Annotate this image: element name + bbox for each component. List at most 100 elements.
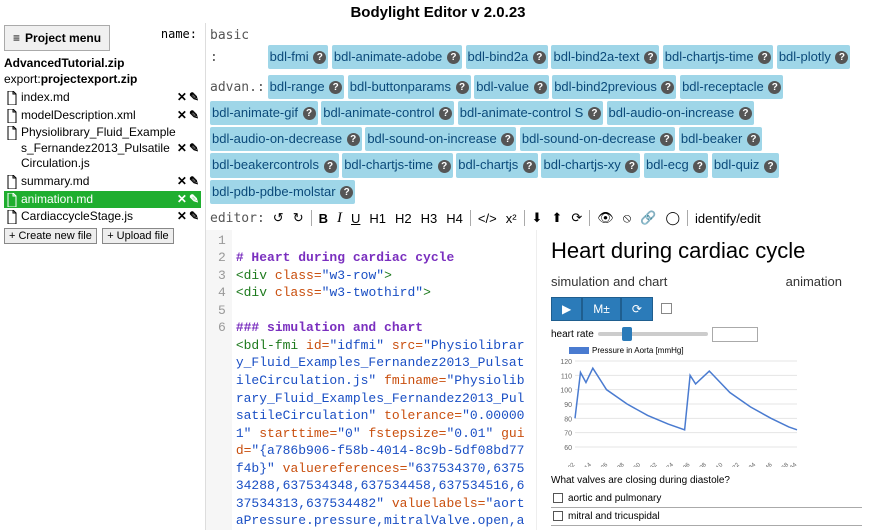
help-icon[interactable]: ? xyxy=(439,107,452,120)
help-icon[interactable]: ? xyxy=(693,160,706,173)
help-icon[interactable]: ? xyxy=(438,160,451,173)
file-item[interactable]: Physiolibrary_Fluid_Examples_Fernandez20… xyxy=(4,124,201,173)
code-button[interactable]: </> xyxy=(474,210,501,227)
bold-button[interactable]: B xyxy=(315,210,332,227)
refresh-button[interactable]: ⟳ xyxy=(567,209,586,227)
circle-button[interactable]: ◯ xyxy=(661,209,684,227)
close-icon[interactable]: ✕ xyxy=(177,192,187,208)
reset-button[interactable]: ⟳ xyxy=(621,297,653,321)
help-icon[interactable]: ? xyxy=(534,81,547,94)
create-file-button[interactable]: + Create new file xyxy=(4,228,97,244)
help-icon[interactable]: ? xyxy=(303,107,316,120)
close-icon[interactable]: ✕ xyxy=(177,90,187,106)
quiz-option-2[interactable]: mitral and tricuspidal xyxy=(551,508,862,526)
quiz-option-1[interactable]: aortic and pulmonary xyxy=(551,490,862,508)
project-menu-button[interactable]: ≡ Project menu xyxy=(4,25,110,51)
component-tag[interactable]: bdl-buttonparams ? xyxy=(348,75,471,99)
code-editor[interactable]: 123456 # Heart during cardiac cycle <div… xyxy=(206,230,536,530)
upload-file-button[interactable]: + Upload file xyxy=(102,228,173,244)
component-tag[interactable]: bdl-bind2previous ? xyxy=(552,75,676,99)
help-icon[interactable]: ? xyxy=(660,133,673,146)
help-icon[interactable]: ? xyxy=(340,186,353,199)
h1-button[interactable]: H1 xyxy=(365,210,390,227)
component-tag[interactable]: bdl-animate-control S ? xyxy=(458,101,603,125)
heart-rate-input[interactable] xyxy=(712,327,758,342)
identify-edit-button[interactable]: identify/edit xyxy=(691,210,765,227)
edit-icon[interactable]: ✎ xyxy=(189,108,199,124)
component-tag[interactable]: bdl-chartjs ? xyxy=(456,153,538,177)
h4-button[interactable]: H4 xyxy=(442,210,467,227)
component-tag[interactable]: bdl-beakercontrols ? xyxy=(210,153,339,177)
component-tag[interactable]: bdl-audio-on-decrease ? xyxy=(210,127,362,151)
component-tag[interactable]: bdl-animate-gif ? xyxy=(210,101,318,125)
help-icon[interactable]: ? xyxy=(313,51,326,64)
component-tag[interactable]: bdl-quiz ? xyxy=(712,153,779,177)
help-icon[interactable]: ? xyxy=(456,81,469,94)
superscript-button[interactable]: x² xyxy=(502,210,521,227)
help-icon[interactable]: ? xyxy=(739,107,752,120)
component-tag[interactable]: bdl-sound-on-decrease ? xyxy=(520,127,675,151)
file-item[interactable]: animation.md✕✎ xyxy=(4,191,201,209)
component-tag[interactable]: bdl-bind2a ? xyxy=(466,45,548,69)
sim-checkbox[interactable] xyxy=(661,303,672,314)
component-tag[interactable]: bdl-value ? xyxy=(474,75,548,99)
help-icon[interactable]: ? xyxy=(747,133,760,146)
component-tag[interactable]: bdl-range ? xyxy=(268,75,345,99)
h3-button[interactable]: H3 xyxy=(417,210,442,227)
help-icon[interactable]: ? xyxy=(661,81,674,94)
component-tag[interactable]: bdl-animate-control ? xyxy=(321,101,454,125)
close-icon[interactable]: ✕ xyxy=(177,174,187,190)
edit-icon[interactable]: ✎ xyxy=(189,192,199,208)
help-icon[interactable]: ? xyxy=(758,51,771,64)
close-icon[interactable]: ✕ xyxy=(177,209,187,225)
component-tag[interactable]: bdl-sound-on-increase ? xyxy=(365,127,516,151)
file-item[interactable]: modelDescription.xml✕✎ xyxy=(4,107,201,125)
code-content[interactable]: # Heart during cardiac cycle <div class=… xyxy=(232,230,536,530)
underline-button[interactable]: U xyxy=(347,210,364,227)
edit-icon[interactable]: ✎ xyxy=(189,209,199,225)
help-icon[interactable]: ? xyxy=(625,160,638,173)
close-icon[interactable]: ✕ xyxy=(177,108,187,124)
component-tag[interactable]: bdl-animate-adobe ? xyxy=(332,45,462,69)
component-tag[interactable]: bdl-chartjs-time ? xyxy=(663,45,773,69)
component-tag[interactable]: bdl-bind2a-text ? xyxy=(551,45,659,69)
help-icon[interactable]: ? xyxy=(501,133,514,146)
component-tag[interactable]: bdl-beaker ? xyxy=(679,127,762,151)
help-icon[interactable]: ? xyxy=(329,81,342,94)
component-tag[interactable]: bdl-fmi ? xyxy=(268,45,329,69)
help-icon[interactable]: ? xyxy=(764,160,777,173)
component-tag[interactable]: bdl-ecg ? xyxy=(644,153,708,177)
heart-rate-slider[interactable] xyxy=(598,332,708,336)
play-button[interactable]: ▶ xyxy=(551,297,582,321)
nosync-button[interactable]: ⦸ xyxy=(619,209,635,227)
upload-button[interactable]: ⬆ xyxy=(547,209,566,227)
help-icon[interactable]: ? xyxy=(447,51,460,64)
edit-icon[interactable]: ✎ xyxy=(189,174,199,190)
component-tag[interactable]: bdl-chartjs-time ? xyxy=(342,153,452,177)
component-tag[interactable]: bdl-pdb-pdbe-molstar ? xyxy=(210,180,355,204)
italic-button[interactable]: I xyxy=(333,209,346,228)
help-icon[interactable]: ? xyxy=(835,51,848,64)
h2-button[interactable]: H2 xyxy=(391,210,416,227)
help-icon[interactable]: ? xyxy=(533,51,546,64)
edit-icon[interactable]: ✎ xyxy=(189,141,199,157)
redo-button[interactable]: ↻ xyxy=(289,209,308,227)
help-icon[interactable]: ? xyxy=(768,81,781,94)
help-icon[interactable]: ? xyxy=(644,51,657,64)
component-tag[interactable]: bdl-audio-on-increase ? xyxy=(607,101,754,125)
file-item[interactable]: summary.md✕✎ xyxy=(4,173,201,191)
help-icon[interactable]: ? xyxy=(523,160,536,173)
undo-button[interactable]: ↺ xyxy=(269,209,288,227)
close-icon[interactable]: ✕ xyxy=(177,141,187,157)
step-button[interactable]: M± xyxy=(582,297,621,321)
file-item[interactable]: CardiaccycleStage.js✕✎ xyxy=(4,208,201,226)
preview-eye-button[interactable]: 👁 xyxy=(593,209,618,227)
help-icon[interactable]: ? xyxy=(324,160,337,173)
link-button[interactable]: 🔗 xyxy=(636,209,660,227)
help-icon[interactable]: ? xyxy=(588,107,601,120)
component-tag[interactable]: bdl-plotly ? xyxy=(777,45,851,69)
edit-icon[interactable]: ✎ xyxy=(189,90,199,106)
help-icon[interactable]: ? xyxy=(347,133,360,146)
component-tag[interactable]: bdl-receptacle ? xyxy=(680,75,783,99)
download-button[interactable]: ⬇ xyxy=(528,209,547,227)
